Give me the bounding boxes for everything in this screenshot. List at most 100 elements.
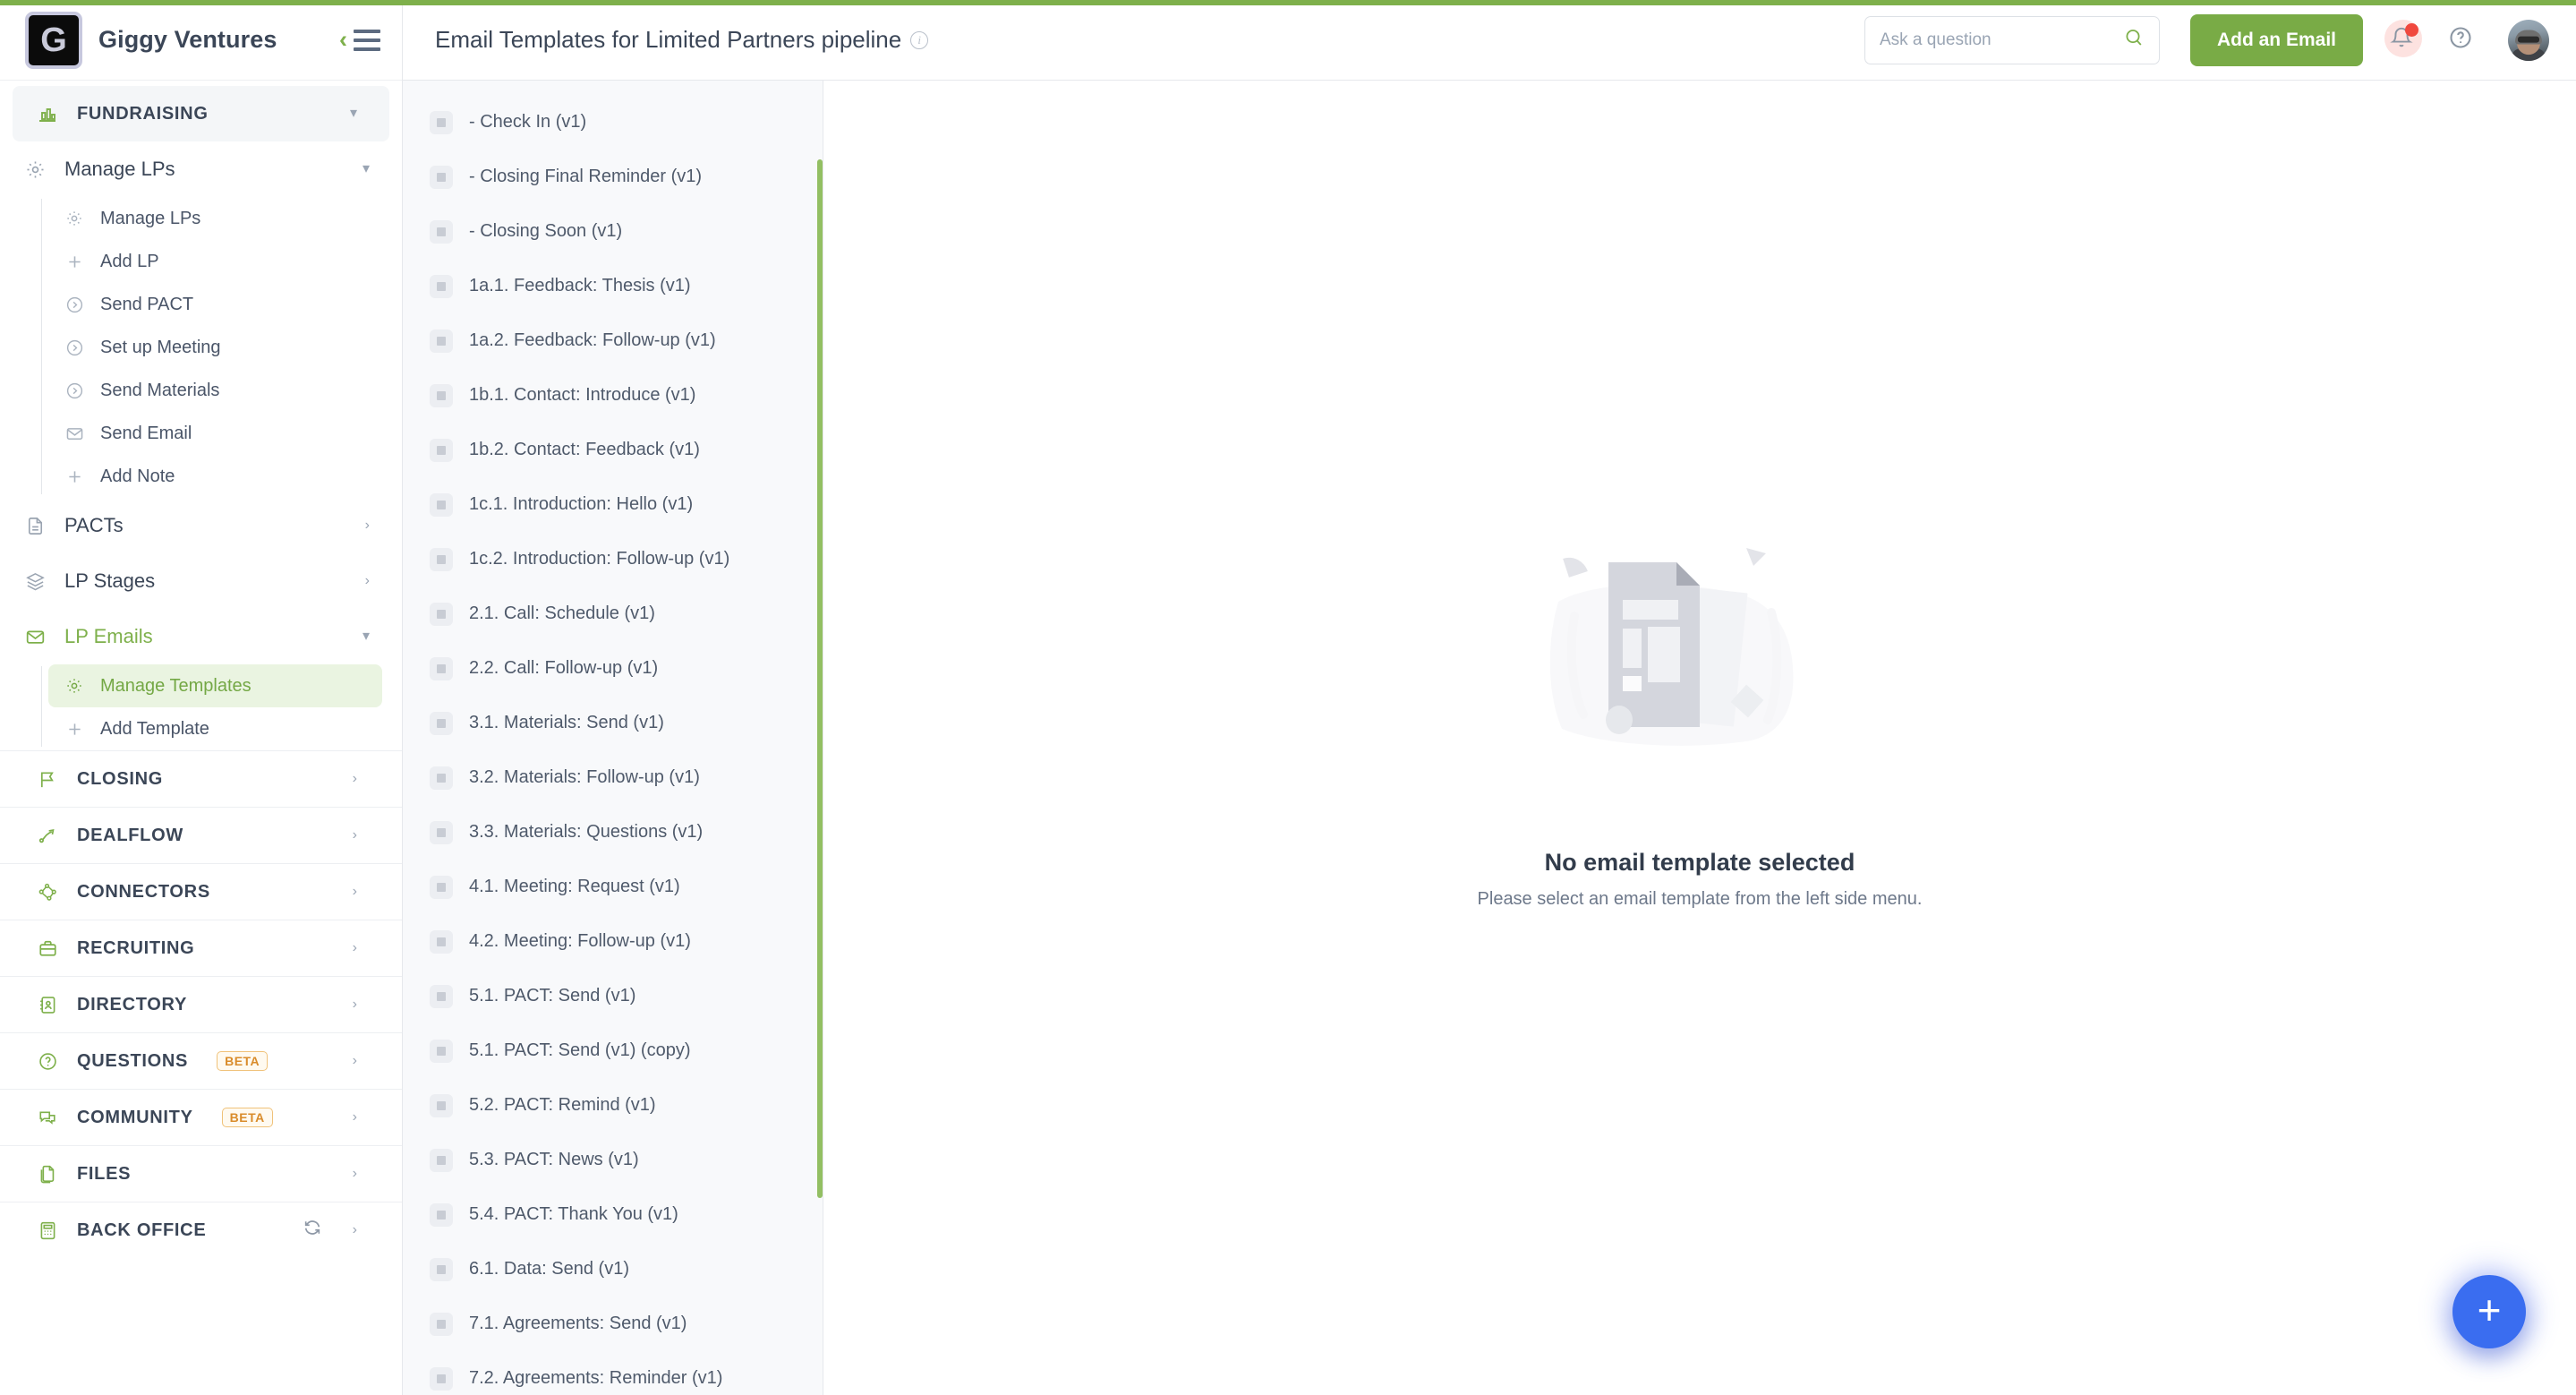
sidebar-item-manage-lps[interactable]: Manage LPs	[48, 197, 382, 240]
document-icon	[21, 516, 48, 536]
template-list-item-label: 6.1. Data: Send (v1)	[469, 1259, 629, 1279]
sidebar-section-files[interactable]: FILES ›	[13, 1146, 389, 1202]
avatar-glasses	[2518, 36, 2539, 43]
envelope-icon	[21, 627, 48, 647]
template-list-item[interactable]: 5.1. PACT: Send (v1) (copy)	[403, 1023, 823, 1078]
search-icon[interactable]	[2123, 27, 2145, 53]
status-badge: BETA	[221, 1108, 273, 1127]
template-square-icon	[430, 602, 453, 626]
question-circle-icon	[34, 1051, 61, 1072]
sidebar-group-lp-emails[interactable]: LP Emails ▾	[0, 609, 402, 664]
refresh-icon[interactable]	[303, 1218, 322, 1243]
template-list-item[interactable]: - Closing Soon (v1)	[403, 204, 823, 259]
sidebar-item-set-up-meeting[interactable]: Set up Meeting	[48, 326, 382, 369]
sidebar-item-add-template[interactable]: Add Template	[48, 707, 382, 750]
template-list-item[interactable]: 2.1. Call: Schedule (v1)	[403, 586, 823, 641]
template-list-item[interactable]: - Check In (v1)	[403, 95, 823, 150]
sidebar-section-back-office[interactable]: BACK OFFICE ›	[13, 1202, 389, 1258]
scrollbar-track[interactable]	[817, 81, 823, 1395]
sidebar-section-label: DIRECTORY	[77, 994, 187, 1014]
template-list-item[interactable]: 5.4. PACT: Thank You (v1)	[403, 1187, 823, 1242]
sidebar-collapse-button[interactable]: ‹	[339, 28, 380, 52]
sidebar-section-connectors[interactable]: CONNECTORS ›	[13, 864, 389, 920]
sidebar-subgroup-lp-emails: Manage Templates Add Template	[0, 664, 402, 750]
chevron-right-icon: ›	[364, 573, 370, 588]
sidebar-item-manage-templates[interactable]: Manage Templates	[48, 664, 382, 707]
template-square-icon	[430, 1312, 453, 1336]
template-list-item[interactable]: - Closing Final Reminder (v1)	[403, 150, 823, 204]
sidebar-item-send-materials[interactable]: Send Materials	[48, 369, 382, 412]
sidebar-item-label: Manage LPs	[100, 208, 201, 228]
notification-dot	[2405, 22, 2418, 37]
template-square-icon	[430, 929, 453, 954]
chevron-right-icon: ›	[352, 1166, 357, 1181]
sidebar-section-fundraising[interactable]: FUNDRAISING ▾	[13, 86, 389, 141]
envelope-icon	[63, 424, 86, 443]
template-list-item[interactable]: 1a.1. Feedback: Thesis (v1)	[403, 259, 823, 313]
template-list-item[interactable]: 2.2. Call: Follow-up (v1)	[403, 641, 823, 696]
sidebar-item-send-pact[interactable]: Send PACT	[48, 283, 382, 326]
add-floating-action-button[interactable]: +	[2452, 1275, 2526, 1348]
page-title-text: Email Templates for Limited Partners pip…	[435, 26, 902, 53]
notifications-button[interactable]	[2381, 19, 2422, 61]
template-list-item[interactable]: 7.1. Agreements: Send (v1)	[403, 1297, 823, 1351]
template-list-item[interactable]: 1b.2. Contact: Feedback (v1)	[403, 423, 823, 477]
template-list-item-label: 1a.1. Feedback: Thesis (v1)	[469, 276, 691, 295]
help-button[interactable]	[2440, 20, 2481, 61]
template-list-item[interactable]: 1c.1. Introduction: Hello (v1)	[403, 477, 823, 532]
template-list-item[interactable]: 7.2. Agreements: Reminder (v1)	[403, 1351, 823, 1395]
template-list-item[interactable]: 4.2. Meeting: Follow-up (v1)	[403, 914, 823, 969]
template-list-item-label: 1c.2. Introduction: Follow-up (v1)	[469, 549, 730, 569]
template-list-item-label: 4.2. Meeting: Follow-up (v1)	[469, 931, 691, 951]
sidebar-item-send-email[interactable]: Send Email	[48, 412, 382, 455]
search-box[interactable]	[1864, 15, 2160, 64]
empty-state-title: No email template selected	[1544, 849, 1855, 876]
template-square-icon	[430, 1039, 453, 1063]
sidebar-item-label: Send Email	[100, 423, 192, 443]
sidebar-group-pacts[interactable]: PACTs ›	[0, 498, 402, 553]
sidebar-section-closing[interactable]: CLOSING ›	[13, 751, 389, 807]
template-list-item[interactable]: 3.3. Materials: Questions (v1)	[403, 805, 823, 860]
template-list-item[interactable]: 5.1. PACT: Send (v1)	[403, 969, 823, 1023]
template-square-icon	[430, 547, 453, 571]
sidebar-section-directory[interactable]: DIRECTORY ›	[13, 977, 389, 1032]
sidebar-group-manage-lps[interactable]: Manage LPs ▾	[0, 141, 402, 197]
sidebar-section-questions[interactable]: QUESTIONS BETA ›	[13, 1033, 389, 1089]
scrollbar-thumb[interactable]	[817, 159, 823, 1198]
template-list-item[interactable]: 3.1. Materials: Send (v1)	[403, 696, 823, 750]
template-list-item-label: 3.1. Materials: Send (v1)	[469, 713, 664, 732]
template-list-item-label: - Check In (v1)	[469, 112, 587, 132]
template-square-icon	[430, 1202, 453, 1227]
sidebar-item-add-lp[interactable]: Add LP	[48, 240, 382, 283]
plus-icon: +	[2477, 1286, 2502, 1333]
template-list: - Check In (v1) - Closing Final Reminder …	[403, 81, 823, 1395]
sidebar-section-dealflow[interactable]: DEALFLOW ›	[13, 808, 389, 863]
template-list-item-label: 5.3. PACT: News (v1)	[469, 1150, 639, 1169]
template-list-item-label: - Closing Soon (v1)	[469, 221, 623, 241]
template-list-item[interactable]: 4.1. Meeting: Request (v1)	[403, 860, 823, 914]
add-an-email-button[interactable]: Add an Email	[2189, 13, 2363, 66]
avatar[interactable]	[2508, 19, 2549, 61]
main-area: Email Templates for Limited Partners pip…	[403, 0, 2576, 1395]
template-list-item[interactable]: 5.3. PACT: News (v1)	[403, 1133, 823, 1187]
sidebar-section-community[interactable]: COMMUNITY BETA ›	[13, 1090, 389, 1145]
template-square-icon	[430, 656, 453, 680]
template-square-icon	[430, 492, 453, 517]
template-list-item[interactable]: 1c.2. Introduction: Follow-up (v1)	[403, 532, 823, 586]
template-list-item[interactable]: 1a.2. Feedback: Follow-up (v1)	[403, 313, 823, 368]
sidebar-section-recruiting[interactable]: RECRUITING ›	[13, 920, 389, 976]
chevron-left-icon: ‹	[339, 26, 347, 53]
circle-arrow-right-icon	[63, 338, 86, 357]
sidebar-group-lp-stages[interactable]: LP Stages ›	[0, 553, 402, 609]
calculator-icon	[34, 1220, 61, 1241]
template-list-item[interactable]: 3.2. Materials: Follow-up (v1)	[403, 750, 823, 805]
template-list-item[interactable]: 1b.1. Contact: Introduce (v1)	[403, 368, 823, 423]
template-list-item[interactable]: 6.1. Data: Send (v1)	[403, 1242, 823, 1297]
sidebar-item-label: Add Template	[100, 718, 209, 739]
chevron-right-icon: ›	[352, 997, 357, 1012]
info-circle-icon[interactable]: i	[910, 30, 929, 49]
sidebar-item-add-note[interactable]: Add Note	[48, 455, 382, 498]
search-input[interactable]	[1879, 30, 2114, 50]
chevron-down-icon: ▾	[349, 106, 357, 121]
template-list-item[interactable]: 5.2. PACT: Remind (v1)	[403, 1078, 823, 1133]
